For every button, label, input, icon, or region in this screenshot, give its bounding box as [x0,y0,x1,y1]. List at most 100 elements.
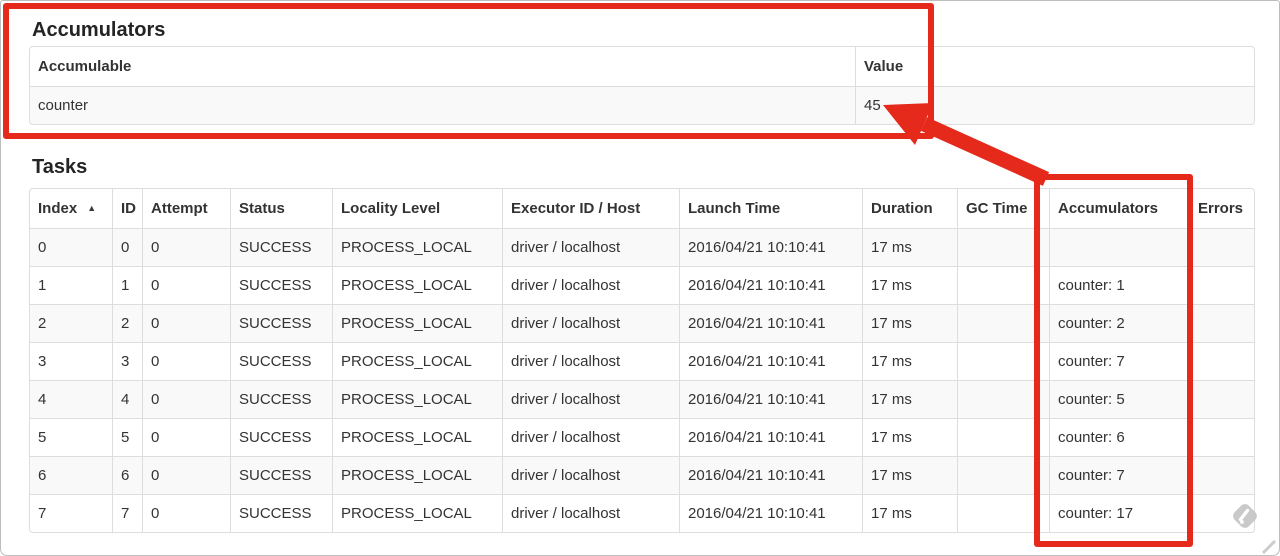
index-cell: 7 [30,494,112,532]
attempt-cell: 0 [142,380,230,418]
launch-time-cell: 2016/04/21 10:10:41 [679,342,862,380]
id-cell: 4 [112,380,142,418]
duration-cell: 17 ms [862,304,957,342]
column-header-index-label: Index [38,200,78,217]
launch-time-cell: 2016/04/21 10:10:41 [679,456,862,494]
status-cell: SUCCESS [230,228,332,266]
page-frame: Accumulators Accumulable Value counter 4… [0,0,1280,556]
id-cell: 1 [112,266,142,304]
status-cell: SUCCESS [230,342,332,380]
accumulators-table: Accumulable Value counter 45 [29,46,1255,125]
column-header-id[interactable]: ID [112,189,142,228]
accumulators-cell [1049,228,1189,266]
column-header-locality-level[interactable]: Locality Level [332,189,502,228]
index-cell: 4 [30,380,112,418]
sort-ascending-icon: ▲ [87,203,97,213]
gc-time-cell [957,228,1049,266]
accumulators-cell: counter: 5 [1049,380,1189,418]
accumulators-cell: counter: 2 [1049,304,1189,342]
executor-id-host-cell: driver / localhost [502,380,679,418]
column-header-launch-time[interactable]: Launch Time [679,189,862,228]
id-cell: 6 [112,456,142,494]
locality-level-cell: PROCESS_LOCAL [332,456,502,494]
table-row: 5 5 0 SUCCESS PROCESS_LOCAL driver / loc… [30,418,1254,456]
column-header-accumulable: Accumulable [38,58,132,75]
column-header-executor-id-host[interactable]: Executor ID / Host [502,189,679,228]
gc-time-cell [957,304,1049,342]
attempt-cell: 0 [142,304,230,342]
duration-cell: 17 ms [862,456,957,494]
locality-level-cell: PROCESS_LOCAL [332,418,502,456]
accumulators-cell: counter: 7 [1049,342,1189,380]
id-cell: 3 [112,342,142,380]
table-row: 3 3 0 SUCCESS PROCESS_LOCAL driver / loc… [30,342,1254,380]
column-header-gc-time[interactable]: GC Time [957,189,1049,228]
launch-time-cell: 2016/04/21 10:10:41 [679,228,862,266]
attempt-cell: 0 [142,266,230,304]
executor-id-host-cell: driver / localhost [502,304,679,342]
duration-cell: 17 ms [862,494,957,532]
duration-cell: 17 ms [862,418,957,456]
column-header-value: Value [855,47,1254,86]
accumulators-cell: counter: 17 [1049,494,1189,532]
gc-time-cell [957,418,1049,456]
status-cell: SUCCESS [230,266,332,304]
attempt-cell: 0 [142,494,230,532]
errors-cell [1189,342,1254,380]
accumulators-section-heading: Accumulators [32,19,166,41]
gc-time-cell [957,380,1049,418]
accumulators-cell: counter: 6 [1049,418,1189,456]
errors-cell [1189,494,1254,532]
status-cell: SUCCESS [230,456,332,494]
gc-time-cell [957,342,1049,380]
table-row: 6 6 0 SUCCESS PROCESS_LOCAL driver / loc… [30,456,1254,494]
column-header-status[interactable]: Status [230,189,332,228]
executor-id-host-cell: driver / localhost [502,418,679,456]
locality-level-cell: PROCESS_LOCAL [332,494,502,532]
locality-level-cell: PROCESS_LOCAL [332,304,502,342]
id-cell: 2 [112,304,142,342]
gc-time-cell [957,494,1049,532]
duration-cell: 17 ms [862,342,957,380]
attempt-cell: 0 [142,228,230,266]
launch-time-cell: 2016/04/21 10:10:41 [679,494,862,532]
status-cell: SUCCESS [230,380,332,418]
executor-id-host-cell: driver / localhost [502,342,679,380]
status-cell: SUCCESS [230,418,332,456]
locality-level-cell: PROCESS_LOCAL [332,228,502,266]
index-cell: 2 [30,304,112,342]
main-content: Accumulators Accumulable Value counter 4… [29,1,1255,533]
column-header-errors[interactable]: Errors [1189,189,1254,228]
accumulable-value-cell: 45 [855,86,1254,124]
tasks-table: Index ▲ ID Attempt Status Locality Level … [29,188,1255,533]
accumulators-cell: counter: 7 [1049,456,1189,494]
status-cell: SUCCESS [230,304,332,342]
id-cell: 5 [112,418,142,456]
table-row: 7 7 0 SUCCESS PROCESS_LOCAL driver / loc… [30,494,1254,532]
duration-cell: 17 ms [862,266,957,304]
launch-time-cell: 2016/04/21 10:10:41 [679,380,862,418]
errors-cell [1189,456,1254,494]
column-header-duration[interactable]: Duration [862,189,957,228]
launch-time-cell: 2016/04/21 10:10:41 [679,418,862,456]
locality-level-cell: PROCESS_LOCAL [332,380,502,418]
duration-cell: 17 ms [862,380,957,418]
locality-level-cell: PROCESS_LOCAL [332,342,502,380]
column-header-index[interactable]: Index ▲ [30,189,112,228]
accumulators-cell: counter: 1 [1049,266,1189,304]
table-row: counter 45 [30,86,1254,124]
executor-id-host-cell: driver / localhost [502,494,679,532]
errors-cell [1189,228,1254,266]
column-header-accumulators[interactable]: Accumulators [1049,189,1189,228]
column-header-attempt[interactable]: Attempt [142,189,230,228]
gc-time-cell [957,266,1049,304]
accumulators-header-row: Accumulable Value [30,47,1254,86]
errors-cell [1189,380,1254,418]
status-cell: SUCCESS [230,494,332,532]
errors-cell [1189,266,1254,304]
attempt-cell: 0 [142,418,230,456]
index-cell: 1 [30,266,112,304]
tasks-section-heading: Tasks [32,156,88,178]
index-cell: 0 [30,228,112,266]
errors-cell [1189,418,1254,456]
